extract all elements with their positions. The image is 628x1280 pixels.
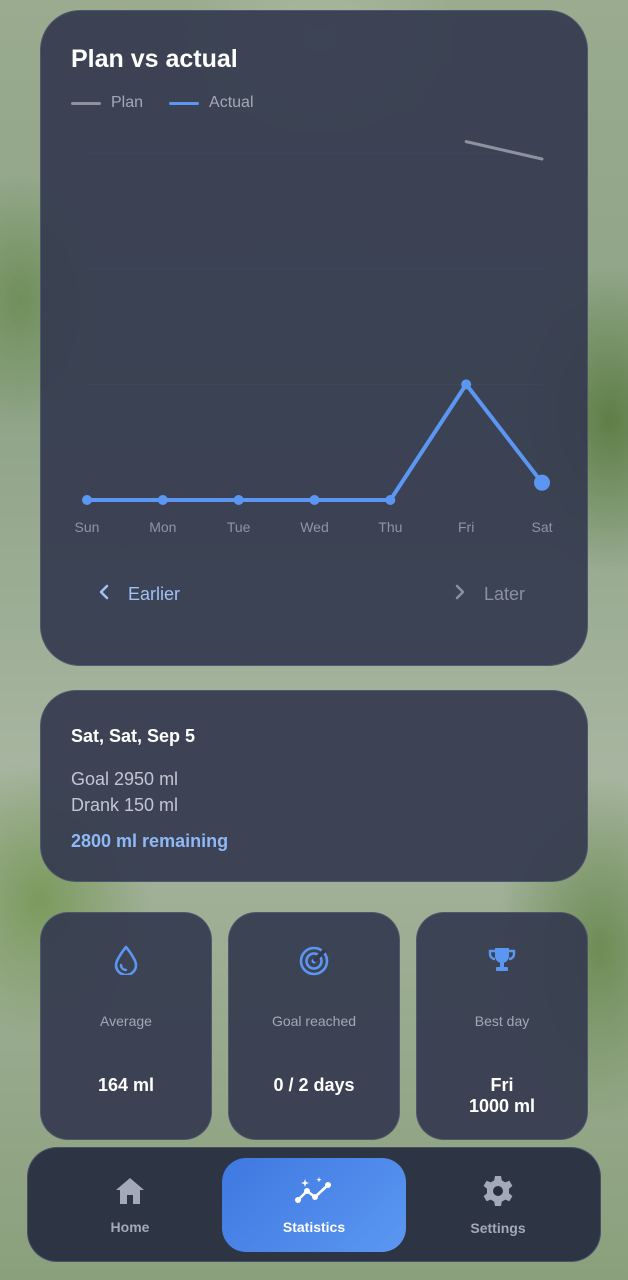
nav-statistics[interactable]: Statistics <box>222 1158 406 1252</box>
x-tick-label-sat: Sat <box>531 519 552 535</box>
gear-icon <box>482 1175 514 1210</box>
actual-point-fri <box>461 379 472 390</box>
plan-series-line <box>464 140 544 161</box>
nav-home[interactable]: Home <box>38 1158 222 1252</box>
bottom-navigation: Home Statistics Settings <box>27 1147 601 1262</box>
day-detail-card: Sat, Sat, Sep 5 Goal 2950 ml Drank 150 m… <box>40 690 588 882</box>
stat-value-goal-reached: 0 / 2 days <box>273 1075 355 1095</box>
goal-text: Goal 2950 ml <box>71 769 179 789</box>
chart-card: Plan vs actual Plan Actual Sun Mon Tue Wed T… <box>40 10 588 666</box>
nav-settings[interactable]: Settings <box>406 1158 590 1252</box>
water-drop-icon <box>113 945 139 980</box>
actual-point-sun <box>82 495 92 505</box>
stat-label-average: Average <box>100 1013 152 1029</box>
home-icon <box>114 1176 146 1209</box>
later-label: Later <box>484 584 526 604</box>
stat-value-average: 164 ml <box>97 1075 155 1095</box>
x-tick-label-fri: Fri <box>458 519 474 535</box>
chevron-left-icon <box>98 583 110 606</box>
actual-point-thu <box>385 495 396 505</box>
trophy-icon <box>487 945 517 980</box>
nav-statistics-label: Statistics <box>282 1218 346 1235</box>
stat-card-best-day: Best day Fri 1000 ml <box>416 912 588 1140</box>
actual-point-wed <box>309 495 320 505</box>
stat-label-best-day: Best day <box>474 1013 530 1029</box>
target-icon <box>298 945 330 982</box>
earlier-label: Earlier <box>128 584 181 604</box>
x-tick-label-thu: Thu <box>378 519 402 535</box>
x-tick-label-wed: Wed <box>300 519 329 535</box>
drank-text: Drank 150 ml <box>71 795 179 815</box>
actual-point-tue <box>233 495 244 505</box>
chevron-right-icon <box>454 583 466 606</box>
plan-vs-actual-chart: Sun Mon Tue Wed Thu Fri Sat <box>75 140 553 535</box>
actual-point-sat <box>534 474 550 491</box>
day-title: Sat, Sat, Sep 5 <box>71 726 196 746</box>
x-tick-label-tue: Tue <box>227 519 251 535</box>
stat-label-goal-reached: Goal reached <box>271 1013 357 1029</box>
remaining-text: 2800 ml remaining <box>71 831 229 851</box>
earlier-button[interactable]: Earlier <box>98 583 180 606</box>
x-tick-label-mon: Mon <box>149 519 176 535</box>
x-tick-label-sun: Sun <box>75 519 100 535</box>
statistics-icon <box>294 1176 334 1209</box>
actual-series-line <box>85 382 544 502</box>
nav-home-label: Home <box>110 1218 150 1235</box>
later-button[interactable]: Later <box>454 583 525 606</box>
stat-card-average: Average 164 ml <box>40 912 212 1140</box>
stat-value-best-day: Fri 1000 ml <box>468 1075 536 1116</box>
nav-settings-label: Settings <box>470 1219 526 1236</box>
stat-card-goal-reached: Goal reached 0 / 2 days <box>228 912 400 1140</box>
actual-point-mon <box>157 495 168 505</box>
